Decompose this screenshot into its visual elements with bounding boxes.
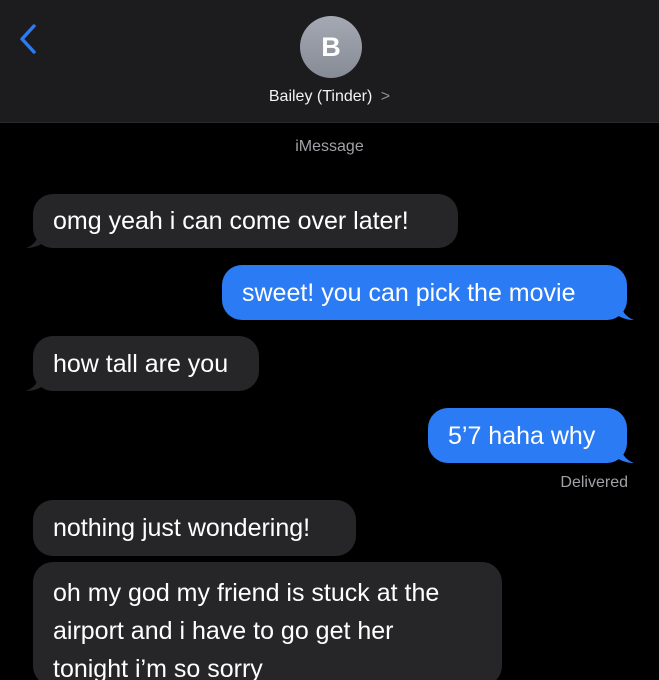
message-text: 5’7 haha why bbox=[448, 422, 596, 450]
message-bubble-sent[interactable]: sweet! you can pick the movie bbox=[222, 265, 634, 320]
avatar[interactable]: B bbox=[300, 16, 362, 78]
message-bubble-sent[interactable]: 5’7 haha why bbox=[428, 408, 634, 463]
message-text-line: oh my god my friend is stuck at the bbox=[53, 579, 440, 607]
message-text: nothing just wondering! bbox=[53, 514, 311, 542]
message-text: sweet! you can pick the movie bbox=[242, 279, 576, 307]
chevron-right-icon: > bbox=[380, 88, 391, 105]
message-text-line: airport and i have to go get her bbox=[53, 617, 394, 645]
bubble-tail bbox=[614, 302, 634, 320]
chevron-left-icon[interactable] bbox=[12, 22, 46, 56]
message-bubble-received[interactable]: oh my god my friend is stuck at the airp… bbox=[33, 562, 502, 680]
message-bubble-received[interactable]: nothing just wondering! bbox=[33, 500, 356, 556]
contact-name: Bailey (Tinder) bbox=[268, 88, 373, 105]
contact-name-button[interactable]: Bailey (Tinder) > bbox=[0, 88, 659, 106]
message-bubble-received[interactable]: how tall are you bbox=[26, 336, 259, 391]
conversation-header: B Bailey (Tinder) > bbox=[0, 0, 659, 123]
message-bubble-received[interactable]: omg yeah i can come over later! bbox=[26, 194, 458, 248]
avatar-initial: B bbox=[321, 31, 341, 62]
messages-screen: B Bailey (Tinder) > iMessage omg yeah i … bbox=[0, 0, 659, 680]
bubble-tail bbox=[614, 445, 634, 463]
service-label: iMessage bbox=[295, 138, 364, 155]
message-text: how tall are you bbox=[53, 350, 229, 378]
bubble-tail bbox=[26, 230, 46, 248]
message-text-line: tonight i’m so sorry bbox=[53, 655, 263, 680]
bubble-tail bbox=[26, 373, 46, 391]
message-text: omg yeah i can come over later! bbox=[53, 207, 409, 235]
delivered-status: Delivered bbox=[560, 474, 628, 491]
